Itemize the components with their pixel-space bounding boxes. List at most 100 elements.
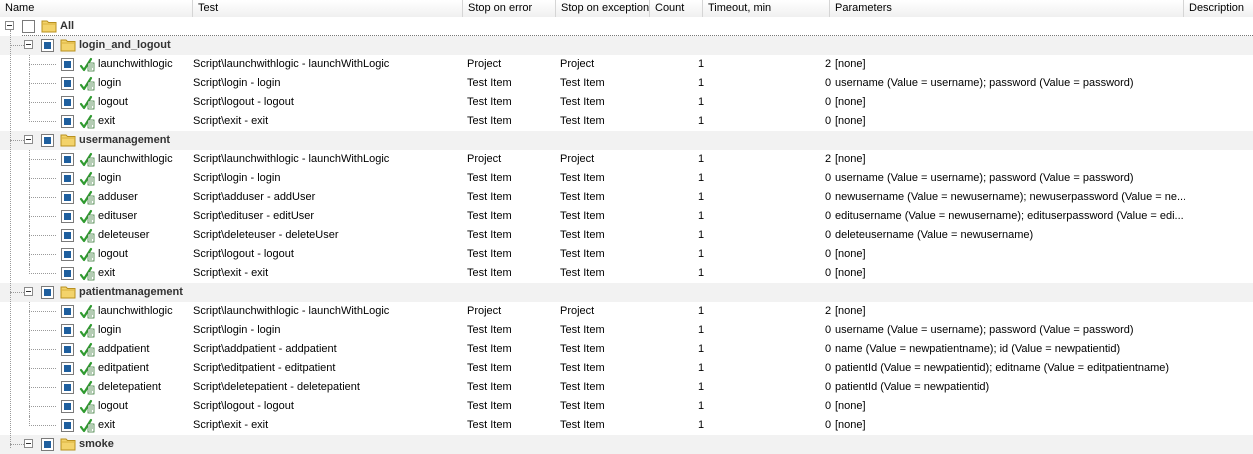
item-stop-on-error: Test Item [467,267,512,279]
test-item-row[interactable]: login Script\login - login Test Item Test I… [0,321,1253,340]
column-timeout-header[interactable]: Timeout, min [703,0,830,17]
group-name: smoke [79,438,114,450]
enabled-checkbox[interactable] [61,191,74,204]
collapse-toggle[interactable] [24,439,33,448]
enabled-checkbox[interactable] [61,305,74,318]
item-count: 1 [698,419,705,431]
test-item-row[interactable]: logout Script\logout - logout Test Item Tes… [0,397,1253,416]
column-parameters-header[interactable]: Parameters [830,0,1184,17]
column-stop-on-exception-header[interactable]: Stop on exception [556,0,650,17]
enabled-checkbox[interactable] [61,248,74,261]
item-parameters: [none] [835,115,866,127]
item-parameters: [none] [835,305,866,317]
item-stop-on-exception: Test Item [560,419,605,431]
test-item-row[interactable]: launchwithlogic Script\launchwithlogic - … [0,302,1253,321]
column-name-header[interactable]: Name [0,0,193,17]
item-parameters: patientId (Value = newpatientid) [835,381,990,393]
enabled-checkbox[interactable] [61,324,74,337]
root-row[interactable]: All [0,17,1253,36]
test-item-row[interactable]: login Script\login - login Test Item Test I… [0,169,1253,188]
item-count: 1 [698,324,705,336]
item-parameters: name (Value = newpatientname); id (Value… [835,343,1121,355]
test-item-row[interactable]: editpatient Script\editpatient - editpati… [0,359,1253,378]
test-item-row[interactable]: adduser Script\adduser - addUser Test Item… [0,188,1253,207]
test-item-row[interactable]: exit Script\exit - exit Test Item Test Item… [0,264,1253,283]
tree-line [29,102,56,103]
test-item-row[interactable]: login Script\login - login Test Item Test I… [0,74,1253,93]
test-item-row[interactable]: launchwithlogic Script\launchwithlogic - … [0,55,1253,74]
group-row[interactable]: smoke [0,435,1253,454]
collapse-toggle[interactable] [5,21,14,30]
enabled-checkbox[interactable] [61,115,74,128]
item-count: 1 [698,58,705,70]
test-item-row[interactable]: edituser Script\edituser - editUser Test I… [0,207,1253,226]
column-test-header[interactable]: Test [193,0,463,17]
tree-line [29,83,56,84]
item-stop-on-exception: Test Item [560,267,605,279]
enabled-checkbox[interactable] [61,419,74,432]
tree-line [29,330,56,331]
item-parameters: [none] [835,267,866,279]
group-row[interactable]: login_and_logout [0,36,1253,55]
enabled-checkbox[interactable] [61,400,74,413]
enabled-checkbox[interactable] [61,77,74,90]
test-item-row[interactable]: launchwithlogic Script\launchwithlogic - … [0,150,1253,169]
enabled-checkbox[interactable] [61,172,74,185]
item-count: 1 [698,400,705,412]
test-item-row[interactable]: exit Script\exit - exit Test Item Test Item… [0,112,1253,131]
item-test: Script\login - login [193,324,281,336]
column-stop-on-error-header[interactable]: Stop on error [463,0,556,17]
item-name: launchwithlogic [98,153,173,165]
tree-line [29,235,56,236]
group-checkbox[interactable] [41,39,54,52]
item-name: launchwithlogic [98,58,173,70]
test-item-row[interactable]: deletepatient Script\deletepatient - dele… [0,378,1253,397]
tree-line [29,349,56,350]
collapse-toggle[interactable] [24,40,33,49]
item-name: addpatient [98,343,150,355]
item-timeout: 2 [825,58,832,70]
tree-line [29,406,56,407]
enabled-checkbox[interactable] [61,210,74,223]
enabled-checkbox[interactable] [61,96,74,109]
collapse-toggle[interactable] [24,287,33,296]
keyword-test-icon [79,95,95,110]
item-parameters: deleteusername (Value = newusername) [835,229,1034,241]
enabled-checkbox[interactable] [61,267,74,280]
enabled-checkbox[interactable] [61,229,74,242]
root-checkbox[interactable] [22,20,35,33]
test-item-row[interactable]: deleteuser Script\deleteuser - deleteUser… [0,226,1253,245]
item-stop-on-exception: Test Item [560,96,605,108]
test-item-row[interactable]: logout Script\logout - logout Test Item Tes… [0,245,1253,264]
group-checkbox[interactable] [41,286,54,299]
collapse-toggle[interactable] [24,135,33,144]
item-timeout: 0 [825,362,832,374]
group-checkbox[interactable] [41,438,54,451]
group-checkbox[interactable] [41,134,54,147]
group-row[interactable]: patientmanagement [0,283,1253,302]
enabled-checkbox[interactable] [61,362,74,375]
test-item-row[interactable]: exit Script\exit - exit Test Item Test Item… [0,416,1253,435]
item-test: Script\logout - logout [193,96,294,108]
item-timeout: 2 [825,305,832,317]
tree-line [29,425,56,426]
item-stop-on-exception: Test Item [560,191,605,203]
tree-line [29,159,56,160]
column-description-header[interactable]: Description [1184,0,1253,17]
enabled-checkbox[interactable] [61,343,74,356]
item-timeout: 0 [825,419,832,431]
group-row[interactable]: usermanagement [0,131,1253,150]
item-name: login [98,172,122,184]
enabled-checkbox[interactable] [61,381,74,394]
test-item-row[interactable]: logout Script\logout - logout Test Item Tes… [0,93,1253,112]
enabled-checkbox[interactable] [61,58,74,71]
keyword-test-icon [79,399,95,414]
item-test: Script\exit - exit [193,267,269,279]
column-count-header[interactable]: Count [650,0,703,17]
item-name: exit [98,115,116,127]
tree-line [29,64,56,65]
item-stop-on-error: Project [467,58,502,70]
item-count: 1 [698,343,705,355]
enabled-checkbox[interactable] [61,153,74,166]
test-item-row[interactable]: addpatient Script\addpatient - addpatient… [0,340,1253,359]
